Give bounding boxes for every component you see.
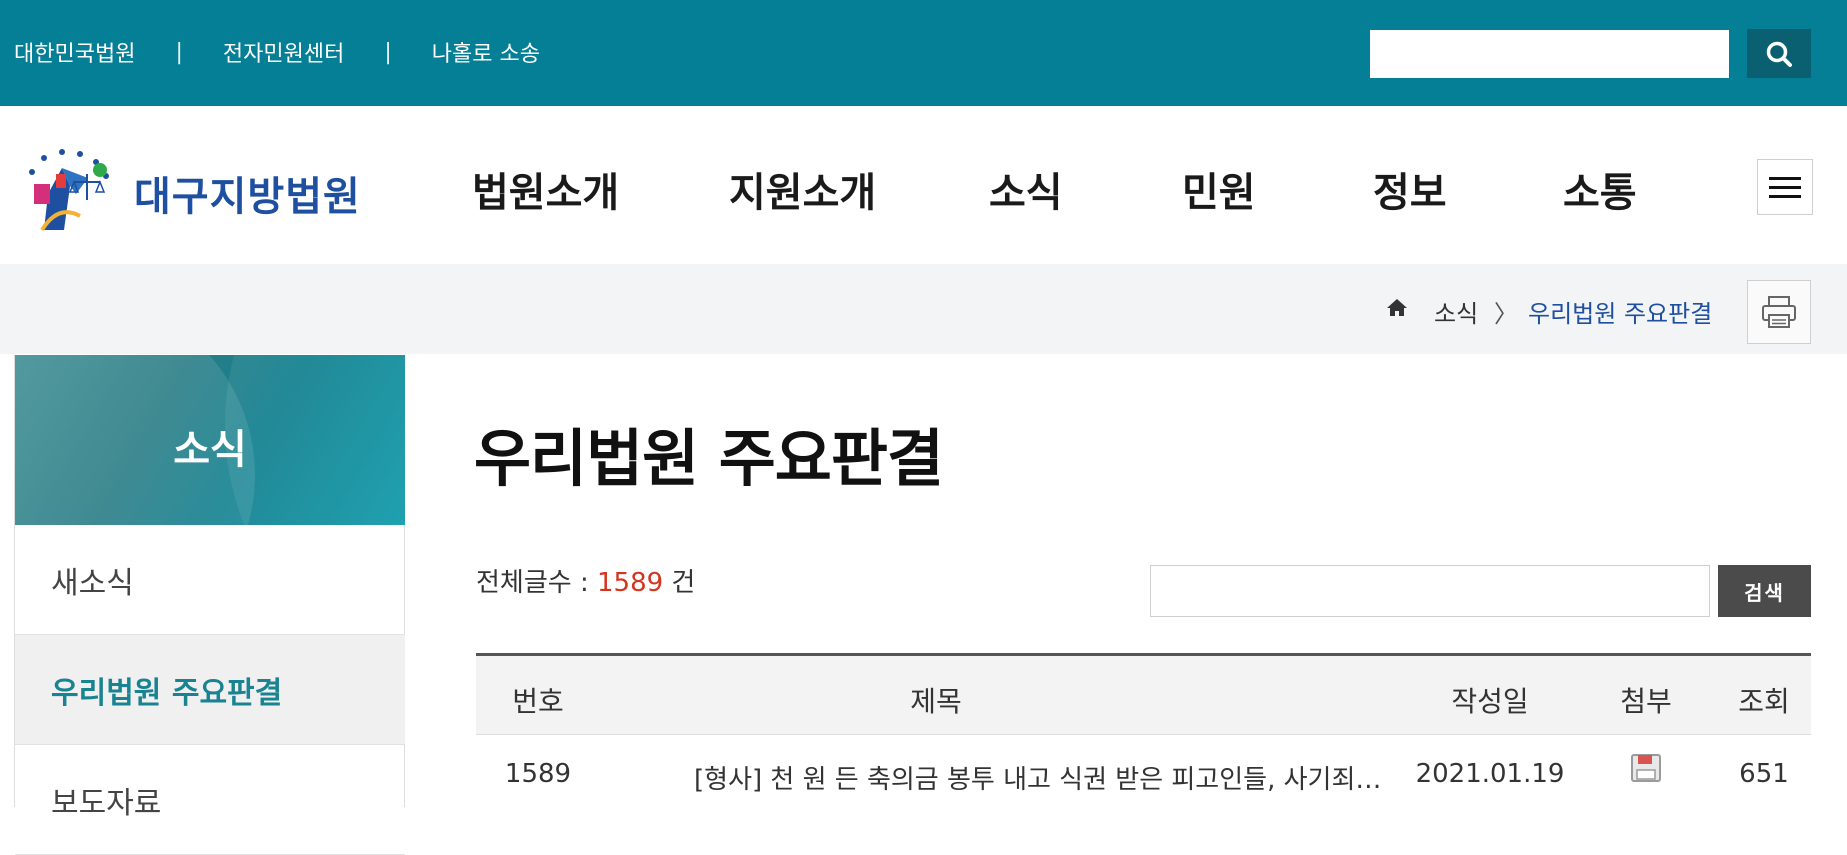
court-name: 대구지방법원 <box>134 174 361 220</box>
gnb-item-news[interactable]: 소식 <box>989 160 1063 218</box>
file-icon <box>1631 754 1661 782</box>
court-emblem-icon <box>29 149 109 232</box>
col-header-views: 조회 <box>1738 685 1790 718</box>
top-link-e-civil-center[interactable]: 전자민원센터 <box>223 36 344 68</box>
post-count-label: 전체글수 : <box>476 568 597 598</box>
top-link-separator: | <box>175 39 183 65</box>
side-nav-header: 소식 <box>15 355 405 525</box>
board-search-button[interactable]: 검색 <box>1718 565 1811 617</box>
print-button[interactable] <box>1747 280 1811 344</box>
printer-icon <box>1762 296 1796 328</box>
row-number: 1589 <box>504 759 572 789</box>
row-date: 2021.01.19 <box>1415 759 1565 789</box>
top-link-self-litigation[interactable]: 나홀로 소송 <box>432 36 540 68</box>
gnb-item-branch-intro[interactable]: 지원소개 <box>729 160 876 218</box>
breadcrumb-current: 우리법원 주요판결 <box>1528 300 1713 328</box>
table-row[interactable]: 1589 [형사] 천 원 든 축의금 봉투 내고 식권 받은 피고인들, 사기… <box>476 735 1811 815</box>
side-nav: 소식 새소식 우리법원 주요판결 보도자료 <box>14 355 405 855</box>
post-count-unit: 건 <box>663 568 696 598</box>
row-views: 651 <box>1739 759 1789 789</box>
top-utility-bar: 대한민국법원 | 전자민원센터 | 나홀로 소송 <box>0 0 1847 106</box>
gnb-item-communication[interactable]: 소통 <box>1563 160 1637 218</box>
top-link-supreme-court[interactable]: 대한민국법원 <box>14 36 135 68</box>
top-link-separator: | <box>384 39 392 65</box>
side-nav-item-major-rulings[interactable]: 우리법원 주요판결 <box>15 635 405 745</box>
hamburger-icon-bar <box>1769 176 1801 180</box>
hamburger-icon-bar <box>1769 185 1801 189</box>
col-header-date: 작성일 <box>1451 685 1529 718</box>
gnb-item-court-intro[interactable]: 법원소개 <box>472 160 619 218</box>
row-attachment[interactable] <box>1596 753 1696 790</box>
top-search-button[interactable] <box>1747 29 1811 78</box>
breadcrumb-level1[interactable]: 소식 <box>1434 294 1478 329</box>
side-nav-title: 소식 <box>173 427 247 473</box>
search-icon <box>1766 41 1792 67</box>
gnb-item-info[interactable]: 정보 <box>1373 160 1447 218</box>
court-logo[interactable]: 대구지방법원 <box>18 134 361 238</box>
col-header-attachment: 첨부 <box>1620 685 1672 718</box>
page-title: 우리법원 주요판결 <box>474 422 944 495</box>
table-header: 번호 제목 작성일 첨부 조회 <box>476 653 1811 735</box>
side-nav-item-label: 새소식 <box>51 565 134 601</box>
side-nav-item-new-news[interactable]: 새소식 <box>15 525 405 635</box>
home-icon[interactable] <box>1386 296 1408 318</box>
row-title-link[interactable]: [형사] 천 원 든 축의금 봉투 내고 식권 받은 피고인들, 사기죄 인정… <box>694 759 1386 796</box>
breadcrumb-band: 소식 〉 우리법원 주요판결 <box>0 264 1847 354</box>
post-count: 전체글수 : 1589 건 <box>476 562 695 599</box>
hamburger-icon-bar <box>1769 194 1801 198</box>
col-header-number: 번호 <box>512 685 564 718</box>
gnb-item-civil[interactable]: 민원 <box>1182 160 1256 218</box>
board-search-input[interactable] <box>1150 565 1710 617</box>
breadcrumb-separator: 〉 <box>1494 300 1518 328</box>
side-nav-item-label: 우리법원 주요판결 <box>51 675 283 711</box>
side-nav-item-label: 보도자료 <box>51 785 162 821</box>
site-header: 대구지방법원 법원소개 지원소개 소식 민원 정보 소통 <box>0 106 1847 264</box>
col-header-title: 제목 <box>910 685 962 718</box>
top-search-input[interactable] <box>1370 30 1729 78</box>
top-links: 대한민국법원 | 전자민원센터 | 나홀로 소송 <box>14 36 540 68</box>
post-count-value: 1589 <box>596 568 664 598</box>
rulings-table: 번호 제목 작성일 첨부 조회 1589 [형사] 천 원 든 축의금 봉투 내… <box>476 653 1811 815</box>
hamburger-menu-button[interactable] <box>1757 159 1813 215</box>
side-nav-item-press-releases[interactable]: 보도자료 <box>15 745 405 855</box>
